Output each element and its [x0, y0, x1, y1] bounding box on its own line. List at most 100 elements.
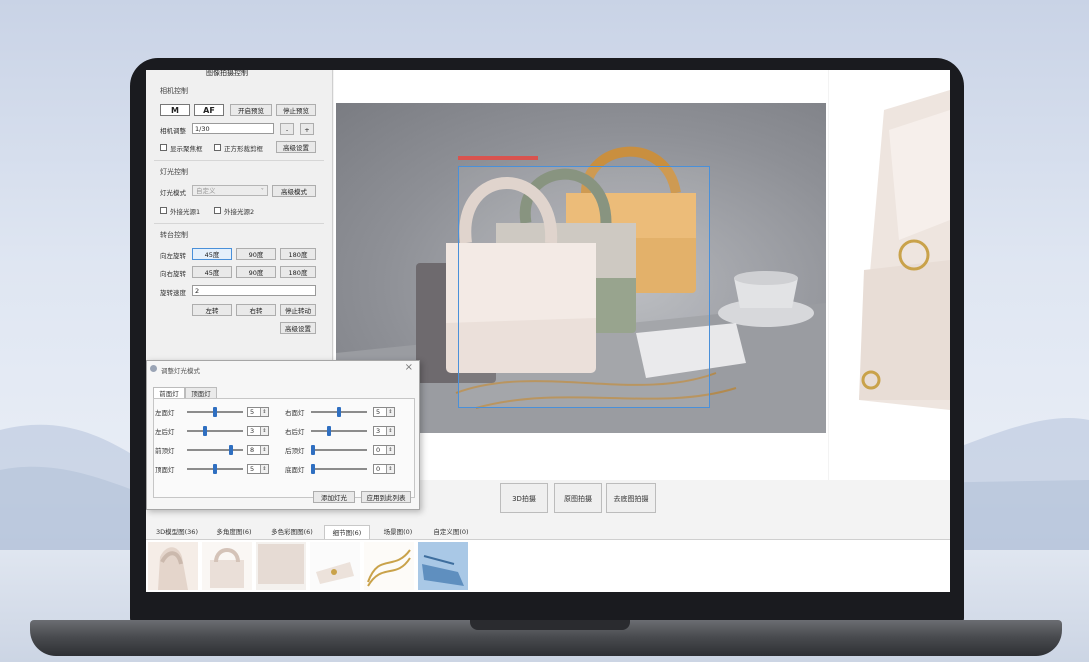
tab-category[interactable]: 细节图(6) — [324, 525, 370, 539]
square-crop-checkbox[interactable] — [214, 144, 221, 151]
laptop-notch — [470, 620, 630, 630]
stop-preview-button[interactable]: 停止预览 — [276, 104, 316, 116]
spinner-arrows-icon[interactable]: ⇕ — [386, 446, 394, 454]
selection-box[interactable] — [458, 166, 710, 408]
slider-thumb[interactable] — [229, 445, 233, 455]
light-value: 5 — [250, 465, 255, 473]
tab-category[interactable]: 场景图(0) — [374, 525, 422, 539]
bg-removed-capture-button[interactable]: 去底图拍摄 — [606, 483, 656, 513]
light-slider[interactable] — [187, 430, 243, 432]
app-icon — [150, 365, 157, 372]
thumbnail[interactable] — [202, 542, 252, 590]
light-value-spinner[interactable]: 3 ⇕ — [373, 426, 395, 436]
slider-thumb[interactable] — [203, 426, 207, 436]
tab-category[interactable]: 多色彩图图(6) — [264, 525, 320, 539]
advanced-mode-button[interactable]: 高级模式 — [272, 185, 316, 197]
light-slider[interactable] — [311, 430, 367, 432]
app-screen: 3D拍摄 原图拍摄 去底图拍摄 图像拍摄控制 相机控制 M AF 开启预览 停止… — [146, 70, 950, 592]
speed-input[interactable]: 2 — [192, 285, 316, 296]
light-slider[interactable] — [311, 449, 367, 451]
shutter-plus-button[interactable]: + — [300, 123, 314, 135]
light-mode-value: 自定义 — [196, 187, 216, 195]
slider-thumb[interactable] — [337, 407, 341, 417]
left-45-button[interactable]: 45度 — [192, 248, 232, 260]
left-180-button[interactable]: 180度 — [280, 248, 316, 260]
thumbnail[interactable] — [310, 542, 360, 590]
dialog-title: 调整灯光模式 — [161, 367, 200, 375]
slider-thumb[interactable] — [327, 426, 331, 436]
panel-title: 图像拍摄控制 — [206, 70, 248, 77]
ext-light1-checkbox[interactable] — [160, 207, 167, 214]
spinner-arrows-icon[interactable]: ⇕ — [386, 427, 394, 435]
thumbnail[interactable] — [256, 542, 306, 590]
chevron-down-icon: ˅ — [260, 187, 264, 195]
slider-thumb[interactable] — [311, 464, 315, 474]
thumbnail-selected[interactable] — [418, 542, 468, 590]
spinner-arrows-icon[interactable]: ⇕ — [386, 465, 394, 473]
light-value: 3 — [376, 427, 381, 435]
left-90-button[interactable]: 90度 — [236, 248, 276, 260]
light-label: 右面灯 — [285, 409, 305, 417]
thumbnail[interactable] — [148, 542, 198, 590]
light-value-spinner[interactable]: 3 ⇕ — [247, 426, 269, 436]
right-preview-pane — [829, 70, 950, 480]
show-focus-checkbox[interactable] — [160, 144, 167, 151]
ext-light2-checkbox[interactable] — [214, 207, 221, 214]
thumbnail[interactable] — [364, 542, 414, 590]
apply-to-list-button[interactable]: 应用到此列表 — [361, 491, 411, 503]
spinner-arrows-icon[interactable]: ⇕ — [260, 446, 268, 454]
light-label: 底面灯 — [285, 466, 305, 474]
light-mode-label: 灯光模式 — [160, 189, 186, 197]
light-value: 0 — [376, 465, 381, 473]
spinner-arrows-icon[interactable]: ⇕ — [260, 427, 268, 435]
light-label: 顶面灯 — [155, 466, 175, 474]
light-value-spinner[interactable]: 0 ⇕ — [373, 445, 395, 455]
light-value: 5 — [376, 408, 381, 416]
bag-closeup-image — [829, 70, 950, 480]
light-value: 5 — [250, 408, 255, 416]
tab-category[interactable]: 3D模型图(36) — [150, 525, 204, 539]
tab-category[interactable]: 自定义图(0) — [426, 525, 476, 539]
original-capture-button[interactable]: 原图拍摄 — [554, 483, 602, 513]
slider-thumb[interactable] — [311, 445, 315, 455]
camera-section-title: 相机控制 — [160, 87, 188, 95]
left-rotate-label: 向左旋转 — [160, 252, 186, 260]
light-mode-dialog: 调整灯光模式 × 前面灯 顶面灯 左面灯 5 ⇕ 右面灯 5 ⇕ 左后灯 3 ⇕ 右后灯 3 ⇕ 前顶灯… — [146, 360, 420, 510]
light-value-spinner[interactable]: 5 ⇕ — [247, 464, 269, 474]
turntable-advanced-button[interactable]: 高级设置 — [280, 322, 316, 334]
spinner-arrows-icon[interactable]: ⇕ — [260, 408, 268, 416]
light-value-spinner[interactable]: 5 ⇕ — [247, 407, 269, 417]
start-preview-button[interactable]: 开启预览 — [230, 104, 272, 116]
close-icon[interactable]: × — [405, 362, 413, 373]
divider — [154, 223, 324, 224]
tab-category[interactable]: 多角度图(6) — [208, 525, 260, 539]
3d-capture-button[interactable]: 3D拍摄 — [500, 483, 548, 513]
light-value: 8 — [250, 446, 255, 454]
shutter-input[interactable]: 1/30 — [192, 123, 274, 134]
shutter-minus-button[interactable]: - — [280, 123, 294, 135]
auto-focus-button[interactable]: AF — [194, 104, 224, 116]
right-45-button[interactable]: 45度 — [192, 266, 232, 278]
light-value-spinner[interactable]: 0 ⇕ — [373, 464, 395, 474]
right-180-button[interactable]: 180度 — [280, 266, 316, 278]
light-slider[interactable] — [311, 468, 367, 470]
add-light-button[interactable]: 添加灯光 — [313, 491, 355, 503]
spinner-arrows-icon[interactable]: ⇕ — [260, 465, 268, 473]
slider-thumb[interactable] — [213, 464, 217, 474]
rotate-left-button[interactable]: 左转 — [192, 304, 232, 316]
spinner-arrows-icon[interactable]: ⇕ — [386, 408, 394, 416]
right-90-button[interactable]: 90度 — [236, 266, 276, 278]
show-focus-label: 显示聚焦框 — [170, 145, 203, 153]
light-mode-select[interactable]: 自定义 ˅ — [192, 185, 268, 196]
rotate-right-button[interactable]: 右转 — [236, 304, 276, 316]
slider-thumb[interactable] — [213, 407, 217, 417]
light-value-spinner[interactable]: 8 ⇕ — [247, 445, 269, 455]
manual-focus-button[interactable]: M — [160, 104, 190, 116]
light-value-spinner[interactable]: 5 ⇕ — [373, 407, 395, 417]
light-label: 后顶灯 — [285, 447, 305, 455]
stop-rotate-button[interactable]: 停止转动 — [280, 304, 316, 316]
divider — [154, 160, 324, 161]
advanced-settings-button[interactable]: 高级设置 — [276, 141, 316, 153]
light-slider[interactable] — [187, 449, 243, 451]
turntable-section-title: 转台控制 — [160, 231, 188, 239]
